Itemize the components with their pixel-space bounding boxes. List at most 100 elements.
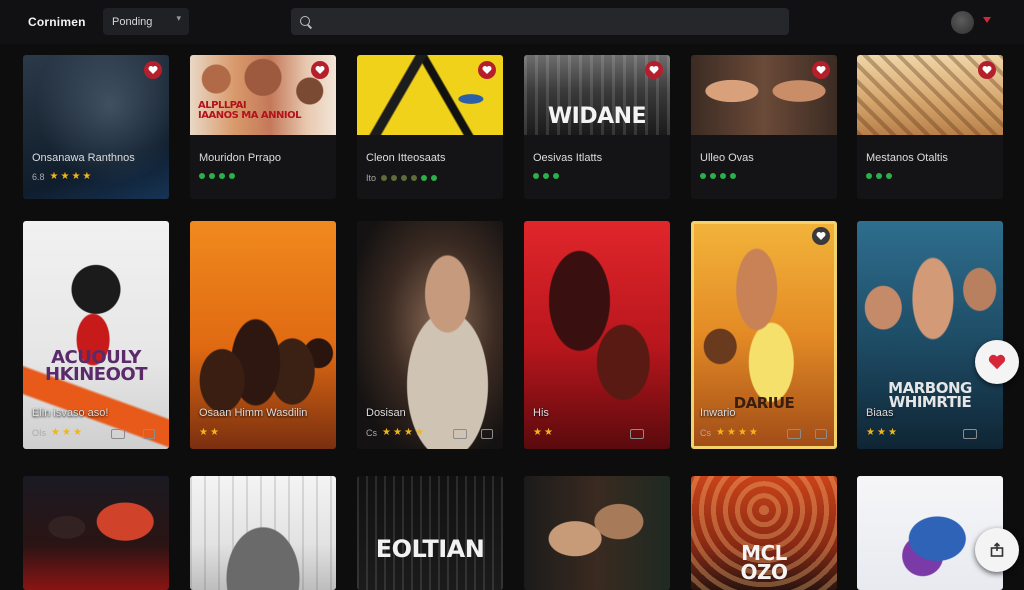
star-icon: ★: [876, 427, 886, 438]
star-icon: ★: [414, 427, 424, 438]
star-icon: ★: [382, 427, 391, 438]
movie-title: Inwario: [700, 407, 736, 419]
star-icon: ★: [866, 427, 875, 438]
movie-title: His: [533, 407, 549, 419]
rating-label: Cs: [366, 428, 377, 438]
movie-card[interactable]: Mestanos Otaltis: [857, 55, 1003, 199]
movie-card[interactable]: ACUOULY HKINEOOT Elin isvaso aso! OIs ★ ★…: [23, 221, 169, 449]
favorite-button[interactable]: [144, 61, 162, 79]
movie-rating: [700, 173, 738, 179]
star-icon: ★: [51, 427, 60, 438]
favorite-button[interactable]: [812, 227, 830, 245]
rating-dot-icon: [533, 173, 539, 179]
rating-dot-icon: [553, 173, 559, 179]
notification-indicator-icon[interactable]: [983, 17, 991, 23]
poster-text: ACUOULY HKINEOOT: [45, 347, 147, 386]
poster-text: MCL OZO: [740, 541, 788, 584]
heart-icon: [816, 66, 826, 74]
movie-card[interactable]: WIDANE Oesivas Itlatts: [524, 55, 670, 199]
favorite-button[interactable]: [311, 61, 329, 79]
rating-dot-icon: [700, 173, 706, 179]
chevron-down-icon: ▾: [176, 13, 181, 23]
favorite-button[interactable]: [812, 61, 830, 79]
movie-title: Onsanawa Ranthnos: [32, 152, 135, 164]
movie-rating: Ito: [366, 173, 439, 183]
rating-label: OIs: [32, 428, 47, 438]
rating-dot-icon: [199, 173, 205, 179]
favorite-button[interactable]: [645, 61, 663, 79]
movie-rating: Cs ★ ★ ★ ★: [366, 427, 424, 439]
floating-favorite-button[interactable]: [975, 340, 1019, 384]
poster-text: MARBONG WHIMRTIE: [888, 379, 972, 412]
subtitle-icon: [143, 429, 155, 439]
movie-card[interactable]: MARBONG WHIMRTIE Biaas ★ ★ ★: [857, 221, 1003, 449]
star-icon: ★: [199, 427, 208, 438]
movie-card[interactable]: MCL OZO: [691, 476, 837, 590]
search-bar[interactable]: [291, 8, 789, 35]
rating-dot-icon: [229, 173, 235, 179]
search-icon: [299, 15, 313, 29]
star-icon: ★: [72, 427, 82, 438]
star-icon: ★: [716, 427, 725, 438]
movie-rating: [533, 173, 561, 179]
movie-poster[interactable]: [23, 476, 169, 590]
movie-card[interactable]: [524, 476, 670, 590]
rating-dot-icon: [421, 175, 428, 181]
movie-rating: ★ ★: [199, 428, 219, 438]
movie-card[interactable]: DARIUE Inwario Cs ★ ★ ★ ★: [691, 221, 837, 449]
movie-card[interactable]: Ulleo Ovas: [691, 55, 837, 199]
movie-card[interactable]: [190, 476, 336, 590]
subtitle-icon: [481, 429, 493, 439]
movie-poster[interactable]: MCL OZO: [691, 476, 837, 590]
rating-label: Cs: [700, 428, 711, 438]
app-logo[interactable]: Cornimen: [28, 15, 86, 29]
dropdown-value: Ponding: [112, 15, 153, 28]
movie-card[interactable]: Onsanawa Ranthnos 6.8 ★ ★ ★ ★: [23, 55, 169, 199]
star-icon: ★: [748, 427, 758, 438]
movie-card[interactable]: ALPLLPAI IAANOS MA ANNIOL Mouridon Prrap…: [190, 55, 336, 199]
star-icon: ★: [82, 171, 92, 182]
movie-rating: [866, 173, 894, 179]
movie-card[interactable]: Dosisan Cs ★ ★ ★ ★: [357, 221, 503, 449]
avatar[interactable]: [951, 11, 974, 34]
movie-rating: OIs ★ ★ ★: [32, 427, 82, 439]
floating-share-button[interactable]: [975, 528, 1019, 572]
movie-poster[interactable]: [524, 476, 670, 590]
movie-title: Cleon Itteosaats: [366, 152, 446, 164]
rating-dot-icon: [876, 173, 882, 179]
star-icon: ★: [533, 427, 542, 438]
movie-title: Dosisan: [366, 407, 406, 419]
movie-title: Elin isvaso aso!: [32, 407, 109, 419]
movie-card[interactable]: His ★ ★: [524, 221, 670, 449]
movie-poster[interactable]: [190, 476, 336, 590]
star-icon: ★: [209, 427, 219, 438]
hd-icon: [963, 429, 977, 439]
movie-rating: ★ ★ ★: [866, 428, 897, 438]
star-icon: ★: [61, 427, 71, 438]
star-icon: ★: [737, 427, 747, 438]
poster-text: ALPLLPAI IAANOS MA ANNIOL: [198, 100, 302, 121]
movie-card[interactable]: EOLTIAN: [357, 476, 503, 590]
movie-card[interactable]: [23, 476, 169, 590]
rating-label: 6.8: [32, 172, 45, 182]
hd-icon: [453, 429, 467, 439]
movie-poster[interactable]: EOLTIAN: [357, 476, 503, 590]
top-bar: Cornimen Ponding ▾: [0, 0, 1024, 44]
share-icon: [990, 542, 1004, 557]
favorite-button[interactable]: [978, 61, 996, 79]
hd-icon: [787, 429, 801, 439]
rating-dot-icon: [209, 173, 215, 179]
hd-icon: [630, 429, 644, 439]
heart-icon: [982, 66, 992, 74]
movie-card[interactable]: Osaan Himm Wasdilin ★ ★: [190, 221, 336, 449]
search-input[interactable]: [319, 15, 779, 28]
star-icon: ★: [726, 427, 736, 438]
movie-title: Osaan Himm Wasdilin: [199, 407, 308, 419]
movie-card[interactable]: Cleon Itteosaats Ito: [357, 55, 503, 199]
hd-icon: [111, 429, 125, 439]
rating-label: Ito: [366, 173, 377, 183]
poster-text: EOLTIAN: [375, 535, 485, 563]
heart-icon: [988, 354, 1006, 370]
category-dropdown[interactable]: Ponding ▾: [103, 8, 189, 35]
favorite-button[interactable]: [478, 61, 496, 79]
